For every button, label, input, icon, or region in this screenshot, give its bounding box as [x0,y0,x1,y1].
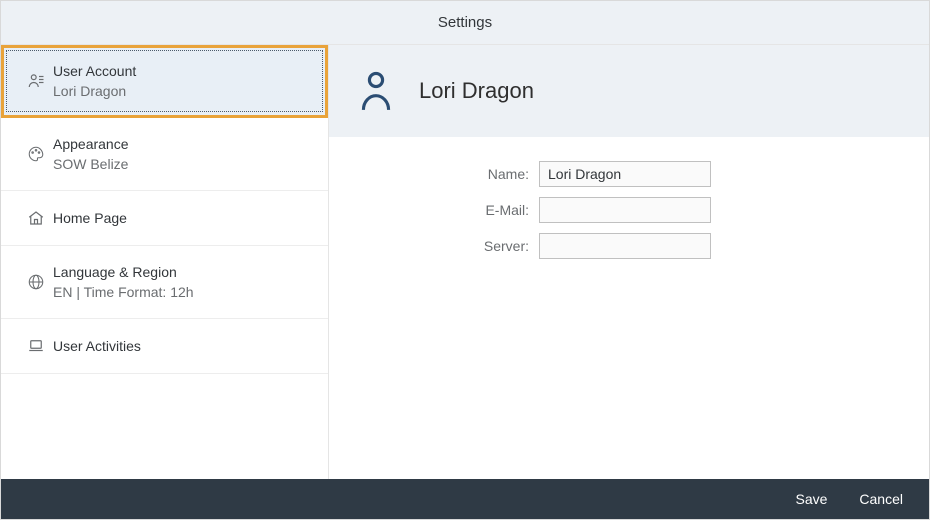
sidebar-item-label: User Account [53,63,136,79]
sidebar-item-label: User Activities [53,338,141,354]
globe-icon [19,273,53,291]
form-row-email: E-Mail: [329,197,929,223]
sidebar-item-appearance[interactable]: Appearance SOW Belize [1,118,328,191]
sidebar-item-sublabel: Lori Dragon [53,83,136,99]
laptop-icon [19,337,53,355]
user-icon [357,69,395,113]
sidebar-item-sublabel: EN | Time Format: 12h [53,284,194,300]
form-row-server: Server: [329,233,929,259]
sidebar-item-label: Home Page [53,210,127,226]
name-input[interactable] [539,161,711,187]
email-input[interactable] [539,197,711,223]
sidebar-item-user-activities[interactable]: User Activities [1,319,328,374]
sidebar-item-language-region[interactable]: Language & Region EN | Time Format: 12h [1,246,328,319]
dialog-title: Settings [1,1,929,45]
sidebar-item-home-page[interactable]: Home Page [1,191,328,246]
form-row-name: Name: [329,161,929,187]
sidebar-item-label: Language & Region [53,264,194,280]
email-label: E-Mail: [329,202,529,218]
content-header: Lori Dragon [329,45,929,137]
dialog-footer: Save Cancel [1,479,929,519]
user-form: Name: E-Mail: Server: [329,137,929,269]
sidebar-item-sublabel: SOW Belize [53,156,129,172]
user-account-icon [19,72,53,90]
home-icon [19,209,53,227]
server-input[interactable] [539,233,711,259]
sidebar-item-user-account[interactable]: User Account Lori Dragon [1,45,328,118]
save-button[interactable]: Save [789,490,833,508]
content-panel: Lori Dragon Name: E-Mail: Server: [329,45,929,479]
sidebar-item-label: Appearance [53,136,129,152]
dialog-body: User Account Lori Dragon Appearance SOW … [1,45,929,479]
name-label: Name: [329,166,529,182]
server-label: Server: [329,238,529,254]
palette-icon [19,145,53,163]
content-heading: Lori Dragon [419,78,534,104]
settings-dialog: Settings User Account Lori Dragon [0,0,930,520]
cancel-button[interactable]: Cancel [853,490,909,508]
settings-sidebar: User Account Lori Dragon Appearance SOW … [1,45,329,479]
